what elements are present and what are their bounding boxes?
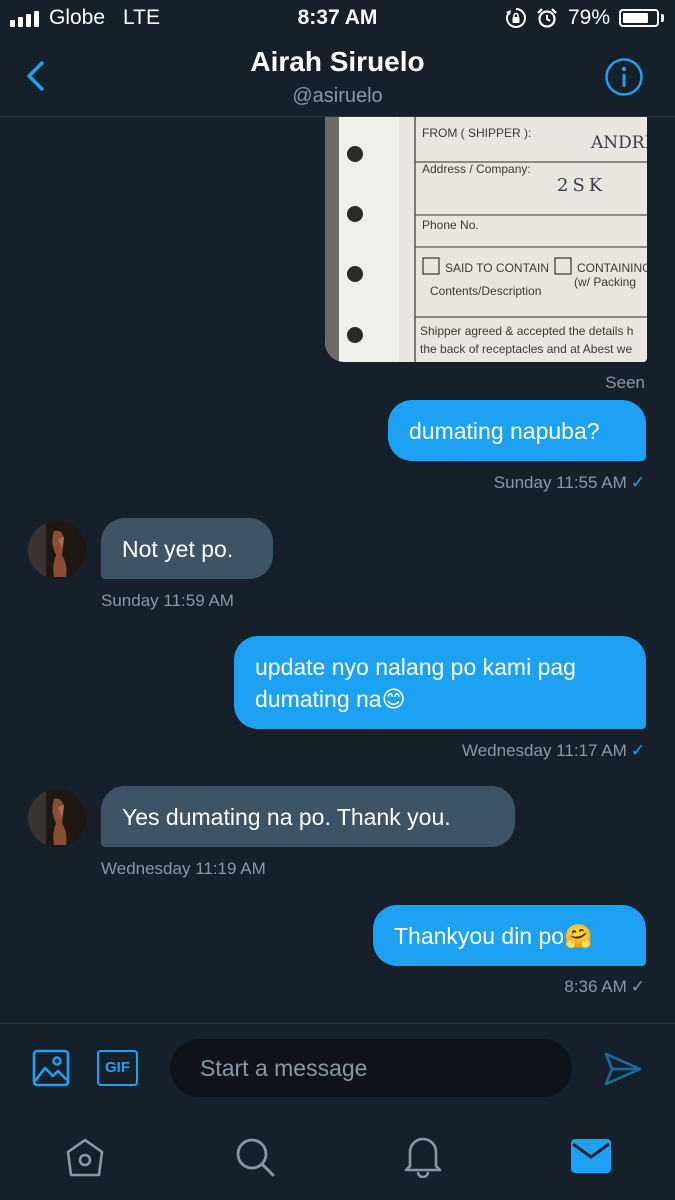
- message-text-line: dumating na😊: [255, 686, 406, 712]
- receipt-agreement-line1: Shipper agreed & accepted the details h: [420, 324, 634, 338]
- avatar[interactable]: [28, 789, 86, 847]
- contact-handle[interactable]: @asiruelo: [0, 85, 675, 108]
- home-icon[interactable]: [64, 1136, 106, 1178]
- checkmark-icon: ✓: [630, 977, 645, 996]
- message-timestamp: Sunday 11:55 AM ✓: [493, 473, 645, 492]
- receipt-said-to-contain: SAID TO CONTAIN: [445, 261, 550, 275]
- receipt-contents: Contents/Description: [430, 284, 542, 298]
- message-timestamp: Wednesday 11:19 AM: [101, 859, 266, 878]
- battery-level: [623, 13, 649, 23]
- info-icon[interactable]: [604, 57, 644, 97]
- checkmark-icon: ✓: [630, 741, 645, 760]
- receipt-from-label: FROM ( SHIPPER ):: [422, 126, 532, 140]
- receipt-w-packing: (w/ Packing: [574, 275, 637, 289]
- receipt-address-label: Address / Company:: [422, 162, 531, 176]
- avatar-photo: [28, 789, 86, 847]
- outgoing-message[interactable]: dumating napuba?: [388, 400, 646, 461]
- shared-image-receipt[interactable]: FROM ( SHIPPER ): ANDRE Address / Compan…: [325, 117, 647, 362]
- send-icon[interactable]: [603, 1051, 643, 1087]
- receipt-phone-label: Phone No.: [422, 218, 479, 232]
- receipt-from-value: ANDRE: [591, 133, 647, 153]
- image-icon[interactable]: [32, 1049, 70, 1087]
- contact-name[interactable]: Airah Siruelo: [0, 46, 675, 78]
- bell-icon[interactable]: [403, 1134, 443, 1178]
- battery-icon: [619, 9, 659, 27]
- message-timestamp: Sunday 11:59 AM: [101, 591, 234, 610]
- message-text-line: update nyo nalang po kami pag: [255, 654, 576, 680]
- search-icon[interactable]: [234, 1136, 276, 1178]
- mail-icon[interactable]: [571, 1139, 611, 1173]
- gif-icon[interactable]: GIF: [97, 1050, 138, 1086]
- outgoing-message[interactable]: Thankyou din po🤗: [373, 905, 646, 966]
- avatar-photo: [28, 521, 86, 579]
- alarm-icon: [537, 8, 557, 28]
- avatar[interactable]: [28, 521, 86, 579]
- message-timestamp: Wednesday 11:17 AM ✓: [461, 741, 645, 760]
- receipt-agreement-line2: the back of receptacles and at Abest we: [420, 342, 633, 356]
- conversation-header: Airah Siruelo @asiruelo: [0, 38, 675, 117]
- bottom-tab-bar: [0, 1115, 675, 1200]
- checkmark-icon: ✓: [630, 473, 645, 492]
- message-timestamp: 8:36 AM ✓: [564, 977, 645, 996]
- message-composer: GIF Start a message: [0, 1023, 675, 1116]
- rotation-lock-icon: [506, 8, 526, 28]
- incoming-message[interactable]: Yes dumating na po. Thank you.: [101, 786, 515, 847]
- battery-percent: 79%: [568, 6, 611, 29]
- incoming-message[interactable]: Not yet po.: [101, 518, 273, 579]
- receipt-address-value: 2SK: [557, 175, 607, 196]
- message-input[interactable]: Start a message: [170, 1039, 572, 1097]
- receipt-containing: CONTAINING: [577, 261, 647, 275]
- outgoing-message[interactable]: update nyo nalang po kami pag dumating n…: [234, 636, 646, 729]
- seen-indicator: Seen: [605, 373, 645, 392]
- status-bar: Globe LTE 8:37 AM 79%: [0, 0, 675, 38]
